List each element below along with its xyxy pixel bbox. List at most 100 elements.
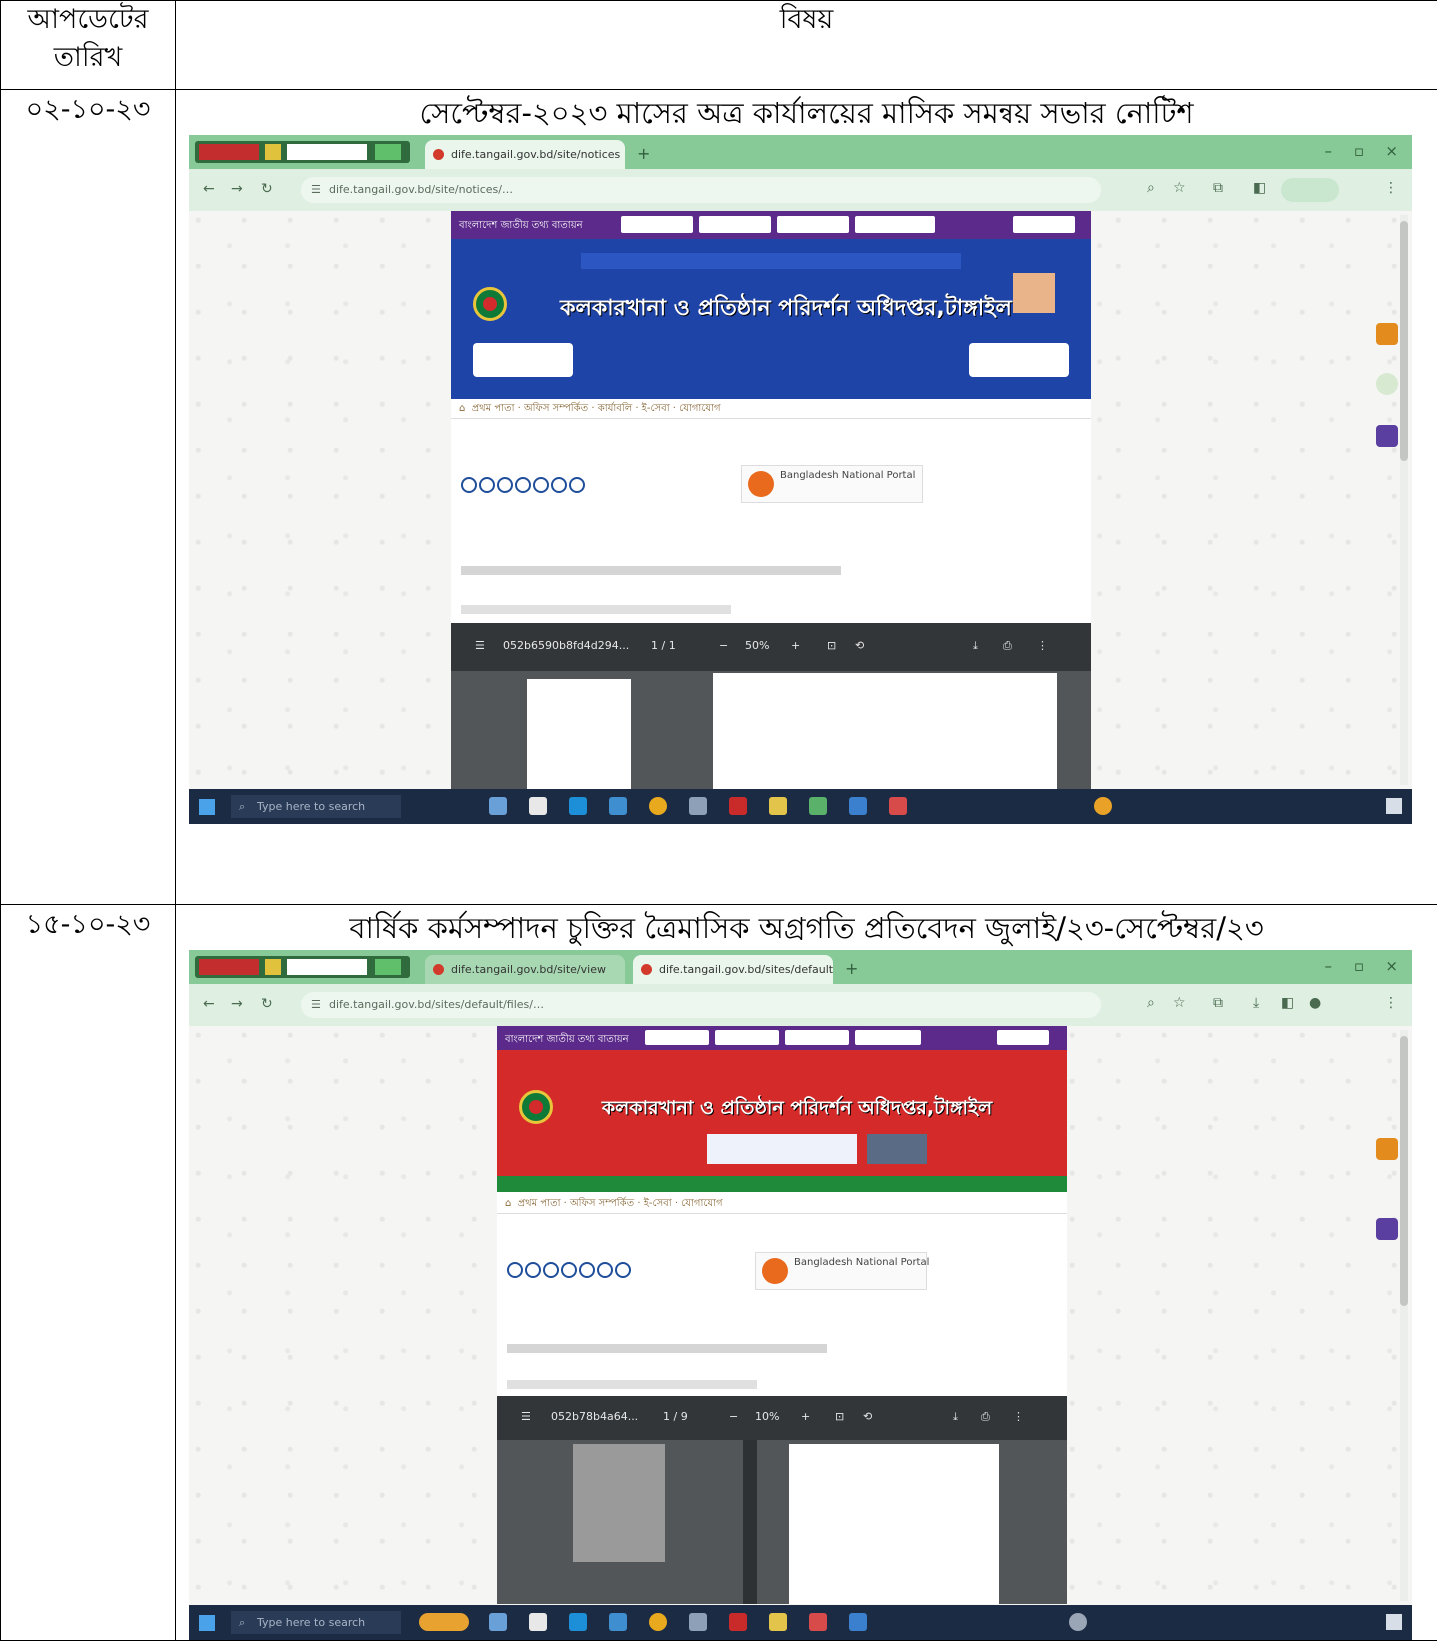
report-heading-line bbox=[507, 1344, 827, 1353]
pdf-zoom-out-icon: − bbox=[729, 1410, 738, 1423]
entry-date-cell: ০২-১০-২৩ bbox=[1, 90, 176, 905]
search-icon: ⌕ bbox=[239, 795, 245, 818]
browser-tab: dife.tangail.gov.bd/site/notices bbox=[425, 140, 625, 169]
entry-date: ১৫-১০-২৩ bbox=[26, 909, 151, 940]
site-district-select bbox=[715, 1030, 779, 1045]
word-icon bbox=[849, 1613, 867, 1631]
site-favicon-icon bbox=[433, 964, 444, 975]
pdf-page bbox=[789, 1444, 999, 1604]
site-top-text: বাংলাদেশ জাতীয় তথ্য বাতায়ন bbox=[505, 1032, 629, 1049]
site-favicon-icon bbox=[641, 964, 652, 975]
weather-icon bbox=[1069, 1613, 1087, 1631]
pdf-fit-icon: ⊡ bbox=[827, 639, 836, 652]
minimize-icon: – bbox=[1325, 142, 1333, 160]
notification-icon bbox=[1386, 1614, 1402, 1630]
pdf-fit-icon: ⊡ bbox=[835, 1410, 844, 1423]
maximize-icon: ▫ bbox=[1354, 142, 1364, 160]
pdf-menu-icon: ☰ bbox=[475, 639, 485, 652]
url-field: ☰dife.tangail.gov.bd/sites/default/files… bbox=[301, 992, 1101, 1018]
menu-kebab-icon: ⋮ bbox=[1384, 180, 1398, 196]
subject-column-header-text: বিষয় bbox=[780, 4, 834, 35]
active-app-icon bbox=[889, 797, 907, 815]
sidebar-icon: ◧ bbox=[1253, 180, 1266, 196]
taskbar-clock bbox=[1365, 794, 1368, 818]
pdf-more-icon: ⋮ bbox=[1037, 639, 1048, 652]
banner-notice-box bbox=[707, 1134, 857, 1164]
portrait-image bbox=[1013, 273, 1055, 313]
pdf-file-name: 052b78b4a64... bbox=[551, 1410, 638, 1423]
entry-subject-cell: সেপ্টেম্বর-২০২৩ মাসের অত্র কার্যালয়ের ম… bbox=[176, 90, 1437, 905]
windows-start-icon bbox=[199, 799, 215, 815]
chart-widget-icon bbox=[1376, 323, 1398, 345]
site-division-select bbox=[621, 216, 693, 233]
pdf-rotate-icon: ⟲ bbox=[863, 1410, 872, 1423]
pdf-thumbnail bbox=[527, 679, 631, 789]
mail-icon bbox=[609, 1613, 627, 1631]
taskbar-clock bbox=[1365, 1610, 1368, 1634]
back-icon: ← bbox=[203, 996, 215, 1012]
overlay-toolbar bbox=[195, 956, 410, 978]
scrollbar-thumb bbox=[1400, 1036, 1408, 1306]
pdf-toolbar: ☰ 052b6590b8fd4d294... 1 / 1 − 50% + ⊡ ⟲… bbox=[451, 623, 1091, 671]
new-tab-icon: + bbox=[637, 144, 650, 163]
date-column-header: আপডেটের তারিখ bbox=[1, 1, 176, 90]
mail-icon bbox=[609, 797, 627, 815]
file-manager-icon bbox=[529, 1613, 547, 1631]
attachment-line bbox=[461, 605, 731, 614]
forward-icon: → bbox=[231, 181, 243, 197]
government-site-page: বাংলাদেশ জাতীয় তথ্য বাতায়ন কলকারখানা ও bbox=[451, 211, 1091, 789]
forward-icon: → bbox=[231, 996, 243, 1012]
notification-icon bbox=[1386, 798, 1402, 814]
pdf-rotate-icon: ⟲ bbox=[855, 639, 864, 652]
taskbar-search-text: Type here to search bbox=[257, 1616, 365, 1629]
edge-browser-icon bbox=[569, 797, 587, 815]
site-navigation: ⌂ প্রথম পাতা · অফিস সম্পর্কিত · কার্যাবল… bbox=[451, 399, 1091, 419]
banner-photo bbox=[867, 1134, 927, 1164]
profile-chip bbox=[1281, 178, 1339, 202]
extensions-icon: ⧉ bbox=[1213, 180, 1223, 196]
notice-heading-line bbox=[461, 566, 841, 575]
pdf-zoom-out-icon: − bbox=[719, 639, 728, 652]
national-portal-label: Bangladesh National Portal bbox=[780, 470, 915, 481]
entry-date-cell: ১৫-১০-২৩ bbox=[1, 905, 176, 1641]
back-icon: ← bbox=[203, 181, 215, 197]
browser-tab-bar: dife.tangail.gov.bd/site/notices + – ▫ × bbox=[189, 135, 1412, 169]
banner-title: কলকারখানা ও প্রতিষ্ঠান পরিদর্শন অধিদপ্তর… bbox=[497, 1094, 1067, 1126]
update-table: আপডেটের তারিখ বিষয় ০২-১০-২৩ সেপ্টেম্বর-… bbox=[0, 0, 1437, 1641]
weather-icon bbox=[1094, 797, 1112, 815]
folder-icon bbox=[769, 797, 787, 815]
site-division-select bbox=[645, 1030, 709, 1045]
pdf-page-indicator: 1 / 1 bbox=[651, 639, 676, 652]
zoom-icon: ⌕ bbox=[1147, 995, 1155, 1011]
word-icon bbox=[849, 797, 867, 815]
national-portal-logo bbox=[762, 1258, 788, 1284]
windows-taskbar: ⌕Type here to search bbox=[189, 1605, 1412, 1640]
screenshot-image: dife.tangail.gov.bd/site/notices + – ▫ ×… bbox=[189, 135, 1412, 824]
site-info-icon: ☰ bbox=[311, 992, 321, 1018]
site-navigation: ⌂ প্রথম পাতা · অফিস সম্পর্কিত · ই-সেবা ·… bbox=[497, 1194, 1067, 1214]
screenshot-image: dife.tangail.gov.bd/site/view dife.tanga… bbox=[189, 950, 1412, 1640]
reload-icon: ↻ bbox=[261, 996, 273, 1012]
entry-subject-cell: বার্ষিক কর্মসম্পাদন চুক্তির ত্রৈমাসিক অগ… bbox=[176, 905, 1437, 1641]
minimize-icon: – bbox=[1325, 957, 1333, 975]
download-icon: ⤓ bbox=[1253, 995, 1259, 1011]
site-banner: কলকারখানা ও প্রতিষ্ঠান পরিদর্শন অধিদপ্তর… bbox=[497, 1050, 1067, 1192]
pdf-more-icon: ⋮ bbox=[1013, 1410, 1024, 1423]
site-info-icon: ☰ bbox=[311, 177, 321, 203]
pdf-download-icon: ⤓ bbox=[953, 1410, 958, 1424]
site-upazila-select bbox=[785, 1030, 849, 1045]
header-row: আপডেটের তারিখ বিষয় bbox=[1, 1, 1437, 90]
scrollbar-thumb bbox=[1400, 221, 1408, 461]
site-top-bar: বাংলাদেশ জাতীয় তথ্য বাতায়ন bbox=[497, 1026, 1067, 1050]
windows-start-icon bbox=[199, 1615, 215, 1631]
profile-icon: ● bbox=[1309, 995, 1321, 1011]
pdf-print-icon: ⎙ bbox=[1003, 639, 1012, 653]
date-column-header-text: আপডেটের তারিখ bbox=[28, 4, 149, 73]
site-office-select bbox=[855, 216, 935, 233]
pdf-toolbar: ☰ 052b78b4a64... 1 / 9 − 10% + ⊡ ⟲ ⤓ ⎙ ⋮ bbox=[497, 1396, 1067, 1440]
chart-widget-icon bbox=[1376, 1138, 1398, 1160]
site-upazila-select bbox=[777, 216, 849, 233]
browser-address-bar: ← → ↻ ☰dife.tangail.gov.bd/site/notices/… bbox=[189, 169, 1412, 211]
site-top-text: বাংলাদেশ জাতীয় তথ্য বাতায়ন bbox=[459, 218, 583, 235]
task-view-icon bbox=[489, 1613, 507, 1631]
